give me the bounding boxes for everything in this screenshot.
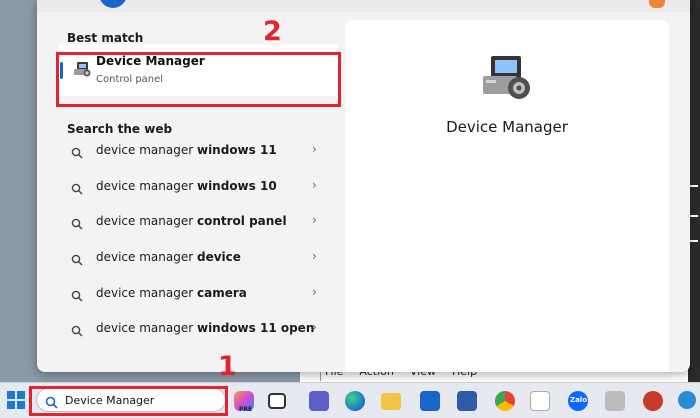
callout-number-1: 1 <box>218 351 237 382</box>
photo-app-icon[interactable] <box>457 391 477 411</box>
mail-icon[interactable] <box>420 391 440 411</box>
callout-number-2: 2 <box>263 16 282 47</box>
zalo-label: Zalo <box>570 396 588 404</box>
flyout-top-strip <box>37 0 690 12</box>
web-result-label: device manager control panel <box>96 214 287 228</box>
windows-start-icon[interactable] <box>7 391 25 413</box>
web-result-item[interactable]: device manager windows 11 › <box>58 134 338 168</box>
task-view-icon[interactable] <box>268 393 286 409</box>
rewards-icon[interactable] <box>649 0 665 8</box>
zalo-icon[interactable]: Zalo <box>568 391 588 411</box>
chevron-right-icon: › <box>312 285 317 299</box>
chevron-right-icon: › <box>312 320 317 334</box>
search-icon <box>71 144 83 163</box>
search-icon <box>71 180 83 199</box>
highlight-tab-icon[interactable] <box>99 0 127 8</box>
icon-badge: PRE <box>239 406 253 413</box>
web-result-item[interactable]: device manager windows 11 open › <box>58 312 338 346</box>
search-icon <box>71 251 83 270</box>
preview-title: Device Manager <box>446 118 568 136</box>
web-result-item[interactable]: device manager camera › <box>58 277 338 311</box>
best-match-heading: Best match <box>67 31 144 45</box>
result-preview-pane: Device Manager <box>345 20 669 372</box>
web-result-item[interactable]: device manager windows 10 › <box>58 170 338 204</box>
highlight-box-best-match <box>56 52 341 107</box>
search-flyout: Best match Device Manager Control panel … <box>37 0 690 372</box>
web-result-label: device manager camera <box>96 286 247 300</box>
web-result-label: device manager windows 11 <box>96 143 277 157</box>
web-result-label: device manager windows 10 <box>96 179 277 193</box>
device-manager-large-icon <box>481 54 533 106</box>
taskbar: PRE Zalo <box>0 382 700 418</box>
cleanup-icon[interactable] <box>605 391 625 411</box>
capture-icon[interactable] <box>643 391 663 411</box>
search-icon <box>71 287 83 306</box>
search-icon <box>71 322 83 341</box>
store-icon[interactable] <box>530 391 550 411</box>
chrome-icon[interactable] <box>495 391 515 411</box>
chevron-right-icon: › <box>312 213 317 227</box>
chevron-right-icon: › <box>312 249 317 263</box>
teams-icon[interactable] <box>309 391 329 411</box>
edge-icon[interactable] <box>345 391 365 411</box>
web-result-item[interactable]: device manager device › <box>58 241 338 275</box>
file-explorer-icon[interactable] <box>381 393 401 410</box>
highlight-box-search <box>29 386 228 416</box>
chevron-right-icon: › <box>312 178 317 192</box>
web-result-label: device manager device <box>96 250 241 264</box>
web-result-label: device manager windows 11 open <box>96 321 315 335</box>
web-result-item[interactable]: device manager control panel › <box>58 205 338 239</box>
search-icon <box>71 215 83 234</box>
chevron-right-icon: › <box>312 142 317 156</box>
update-icon[interactable] <box>678 391 696 409</box>
